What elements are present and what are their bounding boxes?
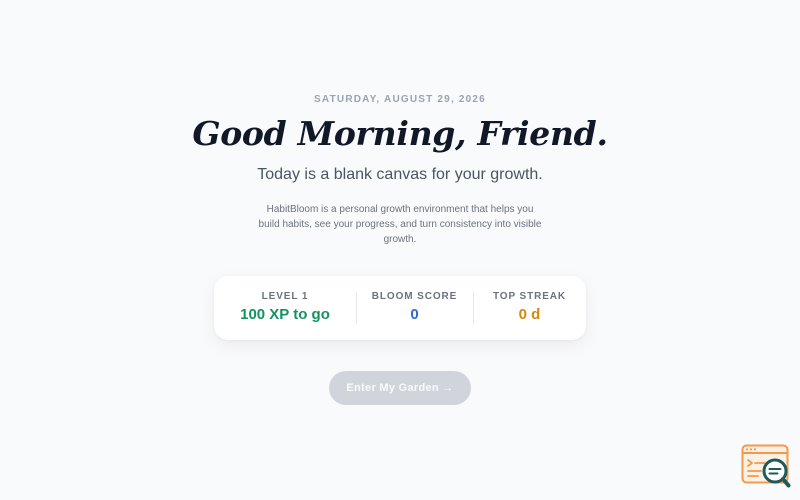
landing-page: SATURDAY, AUGUST 29, 2026 Good Morning, … xyxy=(0,0,800,500)
stat-top-streak: TOP STREAK 0 d xyxy=(473,276,586,340)
current-date: SATURDAY, AUGUST 29, 2026 xyxy=(314,94,486,105)
page-subtitle: Today is a blank canvas for your growth. xyxy=(257,166,543,183)
feedback-widget-button[interactable] xyxy=(741,444,791,490)
stat-top-streak-label: TOP STREAK xyxy=(492,291,567,302)
page-title: Good Morning, Friend. xyxy=(192,114,608,153)
stat-bloom-score-value: 0 xyxy=(410,306,419,323)
enter-garden-button[interactable]: Enter My Garden → xyxy=(329,371,471,405)
stat-bloom-score-label: BLOOM SCORE xyxy=(371,291,458,302)
stat-level: LEVEL 1 100 XP to go xyxy=(214,276,356,340)
app-description: HabitBloom is a personal growth environm… xyxy=(258,204,542,245)
stat-level-label: LEVEL 1 xyxy=(261,291,309,302)
feedback-search-icon xyxy=(741,444,791,488)
stat-top-streak-value: 0 d xyxy=(518,306,541,323)
stat-bloom-score: BLOOM SCORE 0 xyxy=(356,276,473,340)
stats-card: LEVEL 1 100 XP to go BLOOM SCORE 0 TOP S… xyxy=(214,276,586,340)
stat-level-value: 100 XP to go xyxy=(240,306,330,323)
